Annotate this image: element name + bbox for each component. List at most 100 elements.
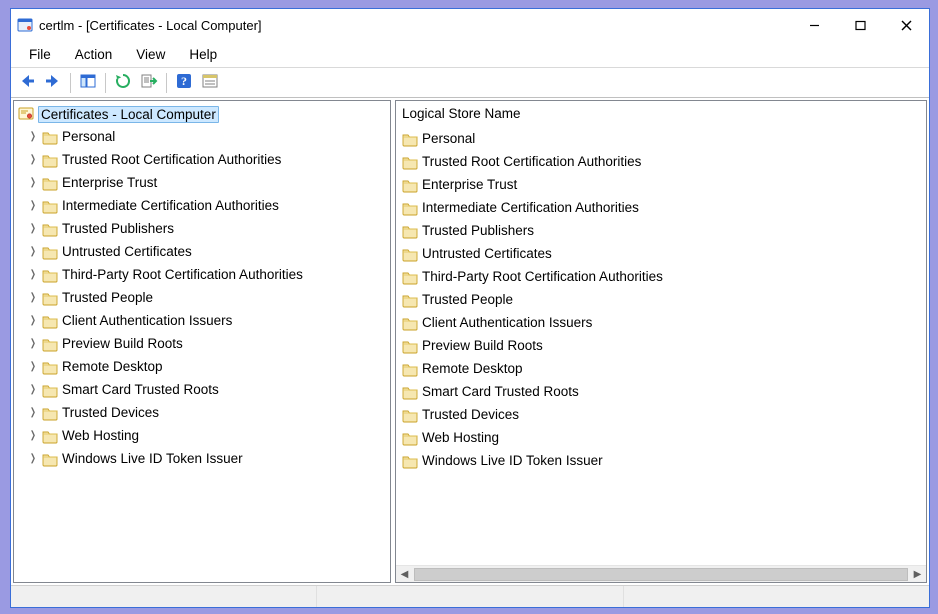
show-hide-tree-button[interactable]	[76, 71, 100, 95]
tree-item[interactable]: ❯Trusted People	[14, 286, 390, 309]
status-cell	[11, 586, 317, 607]
list-item[interactable]: Personal	[396, 127, 926, 150]
folder-icon	[402, 270, 418, 284]
tree-item-label: Smart Card Trusted Roots	[62, 382, 219, 397]
tree-item[interactable]: ❯ Client Authentication Issuers	[14, 309, 390, 332]
expand-icon[interactable]: ❯	[28, 383, 38, 397]
folder-icon	[42, 383, 58, 397]
tree-item-label: Untrusted Certificates	[62, 244, 192, 259]
expand-icon[interactable]: ❯	[28, 268, 38, 282]
scroll-left-arrow-icon[interactable]: ◀	[396, 566, 413, 583]
expand-icon[interactable]: ❯	[28, 314, 38, 328]
column-header[interactable]: Logical Store Name	[396, 101, 926, 125]
expand-icon[interactable]: ❯	[28, 429, 38, 443]
folder-icon	[42, 222, 58, 236]
tree-item[interactable]: ❯ Smart Card Trusted Roots	[14, 378, 390, 401]
tree-item[interactable]: ❯Trusted Root Certification Authorities	[14, 148, 390, 171]
list-item-label: Windows Live ID Token Issuer	[422, 453, 603, 468]
folder-icon	[42, 245, 58, 259]
menu-help[interactable]: Help	[177, 45, 229, 64]
minimize-button[interactable]	[791, 9, 837, 41]
list-item[interactable]: Trusted Publishers	[396, 219, 926, 242]
tree-item-label: Preview Build Roots	[62, 336, 183, 351]
tree-item[interactable]: ❯ Untrusted Certificates	[14, 240, 390, 263]
expand-icon[interactable]: ❯	[28, 452, 38, 466]
expand-icon[interactable]: ❯	[28, 406, 38, 420]
horizontal-scrollbar[interactable]: ◀ ▶	[396, 565, 926, 582]
list-item-label: Intermediate Certification Authorities	[422, 200, 639, 215]
menu-view[interactable]: View	[124, 45, 177, 64]
expand-icon[interactable]: ❯	[28, 245, 38, 259]
list-item[interactable]: Trusted Root Certification Authorities	[396, 150, 926, 173]
tree-item-label: Remote Desktop	[62, 359, 163, 374]
list-item-label: Trusted Publishers	[422, 223, 534, 238]
tree-item[interactable]: ❯Personal	[14, 125, 390, 148]
tree-item[interactable]: ❯ Windows Live ID Token Issuer	[14, 447, 390, 470]
status-cell	[624, 586, 929, 607]
tree-body[interactable]: Certificates - Local Computer ❯Personal❯…	[14, 101, 390, 582]
tree-item[interactable]: ❯ Web Hosting	[14, 424, 390, 447]
expand-icon[interactable]: ❯	[28, 199, 38, 213]
tree-item[interactable]: ❯Intermediate Certification Authorities	[14, 194, 390, 217]
expand-icon[interactable]: ❯	[28, 291, 38, 305]
scroll-right-arrow-icon[interactable]: ▶	[909, 566, 926, 583]
expand-icon[interactable]: ❯	[28, 153, 38, 167]
list-item[interactable]: Preview Build Roots	[396, 334, 926, 357]
list-item[interactable]: Trusted Devices	[396, 403, 926, 426]
tree-item[interactable]: ❯Enterprise Trust	[14, 171, 390, 194]
list-item[interactable]: Untrusted Certificates	[396, 242, 926, 265]
folder-icon	[402, 132, 418, 146]
help-button[interactable]: ?	[172, 71, 196, 95]
tree-item-label: Windows Live ID Token Issuer	[62, 451, 243, 466]
nav-forward-button[interactable]	[41, 71, 65, 95]
folder-icon	[402, 385, 418, 399]
folder-icon	[42, 153, 58, 167]
tree-item-label: Client Authentication Issuers	[62, 313, 232, 328]
maximize-button[interactable]	[837, 9, 883, 41]
list-item[interactable]: Intermediate Certification Authorities	[396, 196, 926, 219]
arrow-left-icon	[18, 72, 36, 93]
list-body[interactable]: PersonalTrusted Root Certification Autho…	[396, 125, 926, 565]
nav-back-button[interactable]	[15, 71, 39, 95]
list-item[interactable]: Third-Party Root Certification Authoriti…	[396, 265, 926, 288]
list-item[interactable]: Remote Desktop	[396, 357, 926, 380]
folder-icon	[42, 176, 58, 190]
folder-icon	[42, 291, 58, 305]
toolbar-separator	[166, 73, 167, 93]
tree-item[interactable]: ❯Trusted Devices	[14, 401, 390, 424]
folder-icon	[42, 314, 58, 328]
menu-action[interactable]: Action	[63, 45, 125, 64]
refresh-button[interactable]	[111, 71, 135, 95]
folder-icon	[402, 362, 418, 376]
expand-icon[interactable]: ❯	[28, 337, 38, 351]
tree-item[interactable]: ❯ Remote Desktop	[14, 355, 390, 378]
list-item-label: Smart Card Trusted Roots	[422, 384, 579, 399]
expand-icon[interactable]: ❯	[28, 222, 38, 236]
list-item[interactable]: Smart Card Trusted Roots	[396, 380, 926, 403]
list-item[interactable]: Client Authentication Issuers	[396, 311, 926, 334]
list-item[interactable]: Web Hosting	[396, 426, 926, 449]
list-item[interactable]: Trusted People	[396, 288, 926, 311]
properties-button[interactable]	[198, 71, 222, 95]
expand-icon[interactable]: ❯	[28, 360, 38, 374]
tree-item[interactable]: ❯Trusted Publishers	[14, 217, 390, 240]
list-item-label: Remote Desktop	[422, 361, 523, 376]
help-icon: ?	[175, 72, 193, 93]
expand-icon[interactable]: ❯	[28, 130, 38, 144]
folder-icon	[402, 316, 418, 330]
scrollbar-thumb[interactable]	[414, 568, 908, 581]
tree-item[interactable]: ❯Third-Party Root Certification Authorit…	[14, 263, 390, 286]
tree-item[interactable]: ❯ Preview Build Roots	[14, 332, 390, 355]
tree-item-label: Web Hosting	[62, 428, 139, 443]
close-button[interactable]	[883, 9, 929, 41]
expand-icon[interactable]: ❯	[28, 176, 38, 190]
list-item[interactable]: Enterprise Trust	[396, 173, 926, 196]
menu-file[interactable]: File	[17, 45, 63, 64]
refresh-icon	[114, 72, 132, 93]
folder-icon	[42, 429, 58, 443]
folder-icon	[402, 431, 418, 445]
export-icon	[140, 72, 158, 93]
list-item[interactable]: Windows Live ID Token Issuer	[396, 449, 926, 472]
tree-root[interactable]: Certificates - Local Computer	[14, 103, 390, 125]
export-list-button[interactable]	[137, 71, 161, 95]
